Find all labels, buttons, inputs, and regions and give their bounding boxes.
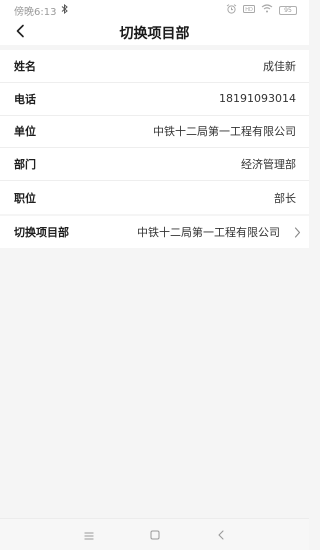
chevron-left-icon: [15, 23, 25, 42]
info-row-department: 部门 经济管理部: [0, 148, 309, 182]
switch-project-label: 切换项目部: [14, 226, 69, 239]
info-row-position: 职位 部长: [0, 181, 309, 214]
menu-button[interactable]: [82, 528, 96, 542]
home-button[interactable]: [148, 528, 162, 542]
svg-text:HD: HD: [245, 7, 253, 13]
status-time: 傍晚6:13: [14, 6, 57, 18]
menu-icon: [84, 525, 94, 544]
info-row-name: 姓名 成佳新: [0, 50, 309, 83]
status-bar: 傍晚6:13 HD 95: [0, 0, 309, 20]
department-value: 经济管理部: [241, 158, 296, 172]
battery-icon: 95: [279, 5, 297, 15]
page-title: 切换项目部: [119, 25, 190, 42]
name-label: 姓名: [14, 59, 36, 73]
phone-label: 电话: [14, 92, 36, 106]
status-right: HD 95: [226, 3, 297, 17]
company-value: 中铁十二局第一工程有限公司: [153, 125, 296, 139]
alarm-icon: [226, 3, 237, 17]
info-row-phone: 电话 18191093014: [0, 83, 309, 116]
home-square-icon: [150, 525, 160, 544]
info-row-company: 单位 中铁十二局第一工程有限公司: [0, 116, 309, 149]
switch-project-value: 中铁十二局第一工程有限公司: [137, 226, 280, 239]
bluetooth-icon: [61, 3, 69, 17]
hd-icon: HD: [243, 4, 255, 16]
back-triangle-icon: [217, 525, 225, 544]
system-nav-bar: [0, 518, 309, 550]
back-button[interactable]: [10, 22, 30, 42]
department-label: 部门: [14, 158, 36, 172]
company-label: 单位: [14, 125, 36, 139]
switch-project-row[interactable]: 切换项目部 中铁十二局第一工程有限公司: [0, 216, 309, 248]
phone-value: 18191093014: [219, 92, 296, 106]
position-value: 部长: [274, 191, 296, 205]
wifi-icon: [261, 4, 273, 16]
header: 切换项目部: [0, 20, 309, 45]
name-value: 成佳新: [263, 59, 296, 73]
position-label: 职位: [14, 191, 36, 205]
chevron-right-icon: [294, 226, 301, 238]
status-left: 傍晚6:13: [14, 3, 69, 18]
back-nav-button[interactable]: [214, 528, 228, 542]
user-info-card: 姓名 成佳新 电话 18191093014 单位 中铁十二局第一工程有限公司 部…: [0, 50, 309, 214]
